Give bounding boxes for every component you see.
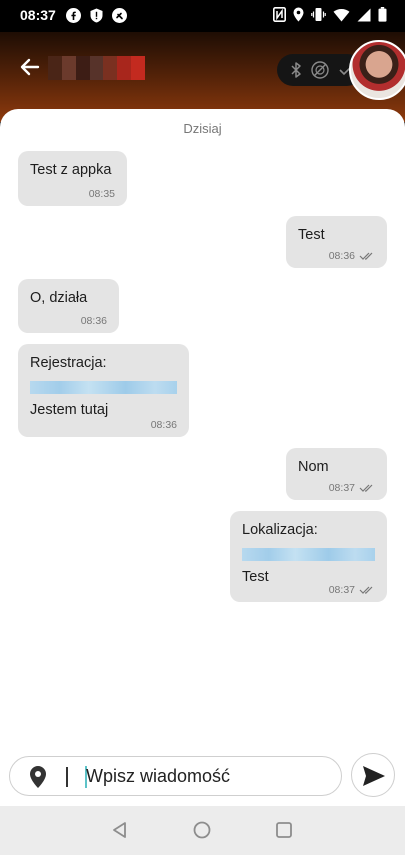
message-time: 08:36 — [328, 250, 355, 262]
wifi-icon — [333, 8, 350, 21]
nfc-icon — [273, 7, 286, 22]
send-icon — [363, 766, 385, 786]
message-time: 08:36 — [80, 315, 107, 327]
arrow-left-icon[interactable] — [18, 55, 42, 79]
message-outgoing[interactable]: Nom 08:37 — [286, 448, 387, 500]
message-text: Test z appka — [30, 162, 112, 178]
message-outgoing[interactable]: Lokalizacja: Test 08:37 — [230, 511, 387, 602]
message-input[interactable]: Wpisz wiadomość — [9, 756, 342, 796]
message-incoming[interactable]: Test z appka 08:35 — [18, 151, 127, 206]
double-check-icon — [359, 252, 373, 260]
location-icon — [293, 7, 304, 22]
avatar[interactable] — [349, 40, 405, 100]
signal-icon — [357, 8, 371, 21]
status-time: 08:37 — [20, 7, 56, 23]
send-button[interactable] — [351, 753, 395, 797]
chat-area[interactable]: Dzisiaj Test z appka 08:35 Test 08:36 O,… — [0, 109, 405, 806]
message-text-secondary: Jestem tutaj — [30, 402, 109, 418]
map-pin-icon[interactable] — [27, 765, 49, 789]
contact-name-obscured — [48, 56, 146, 80]
double-check-icon — [359, 586, 373, 594]
facebook-icon — [66, 8, 81, 23]
back-triangle-icon[interactable] — [110, 820, 130, 840]
home-circle-icon[interactable] — [192, 820, 212, 840]
message-time: 08:36 — [150, 419, 177, 431]
message-text: Lokalizacja: — [242, 522, 318, 538]
recents-square-icon[interactable] — [274, 820, 294, 840]
message-text: O, działa — [30, 290, 88, 306]
message-composer: Wpisz wiadomość — [0, 744, 405, 806]
message-incoming[interactable]: Rejestracja: Jestem tutaj 08:36 — [18, 344, 189, 437]
message-time: 08:35 — [88, 188, 115, 200]
message-time: 08:37 — [328, 482, 355, 494]
tire-icon — [311, 61, 329, 79]
battery-icon — [378, 7, 387, 22]
message-placeholder: Wpisz wiadomość — [86, 766, 231, 786]
status-bar: 08:37 — [0, 0, 405, 32]
double-check-icon — [359, 484, 373, 492]
redacted-content — [242, 548, 375, 561]
date-separator: Dzisiaj — [183, 121, 222, 136]
message-incoming[interactable]: O, działa 08:36 — [18, 279, 119, 333]
input-divider — [66, 767, 68, 787]
bluetooth-icon — [291, 62, 301, 78]
message-time: 08:37 — [328, 584, 355, 596]
message-text: Nom — [298, 459, 329, 475]
vibrate-icon — [311, 8, 326, 21]
redacted-content — [30, 381, 177, 394]
message-text: Rejestracja: — [30, 355, 107, 371]
message-text: Test — [298, 227, 325, 243]
message-outgoing[interactable]: Test 08:36 — [286, 216, 387, 268]
shield-icon — [90, 8, 103, 23]
shazam-icon — [112, 8, 127, 23]
system-nav-bar — [0, 806, 405, 855]
